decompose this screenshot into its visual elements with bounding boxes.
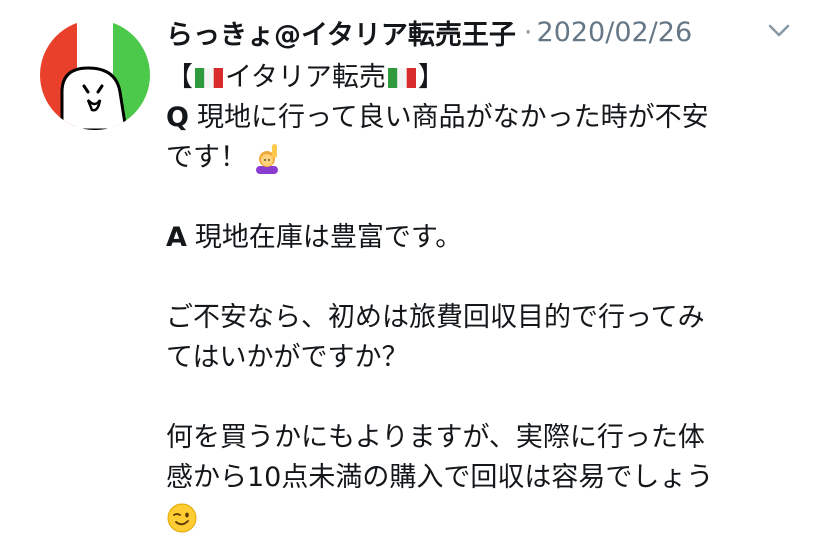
answer-line: A 現地在庫は豊富です。 xyxy=(166,218,806,258)
italy-flag-icon xyxy=(195,68,223,88)
paragraph-2-text-2: てはいかがですか？ xyxy=(166,342,409,373)
paragraph-2-line-1: ご不安なら、初めは旅費回収目的で行ってみ xyxy=(166,298,806,338)
display-name[interactable]: らっきょ@イタリア転売王子 xyxy=(166,13,516,52)
q-label: Q xyxy=(166,102,189,133)
separator-dot: · xyxy=(523,16,533,48)
paragraph-3-text-1: 何を買うかにもよりますが、実際に行った体 xyxy=(166,422,705,453)
tweet-body: 【 イタリア転売 】 Q 現地に行って良い商品がなかった時が不安 です！ A 現… xyxy=(166,58,806,538)
question-line-2: です！ xyxy=(166,138,806,178)
question-text-1: 現地に行って良い商品がなかった時が不安 xyxy=(196,102,709,133)
answer-text: 現地在庫は豊富です。 xyxy=(194,222,463,253)
a-label: A xyxy=(166,222,187,253)
person-raising-hand-emoji xyxy=(256,144,278,174)
question-text-2: です！ xyxy=(166,142,247,173)
winking-face-emoji xyxy=(167,503,197,533)
question-line-1: Q 現地に行って良い商品がなかった時が不安 xyxy=(166,98,806,138)
paragraph-2-line-2: てはいかがですか？ xyxy=(166,338,806,378)
paragraph-3-line-2: 感から10点未満の購入で回収は容易でしょう xyxy=(166,458,806,498)
title-bracket-open: 【 xyxy=(166,62,193,93)
paragraph-3-line-1: 何を買うかにもよりますが、実際に行った体 xyxy=(166,418,806,458)
paragraph-2-text-1: ご不安なら、初めは旅費回収目的で行ってみ xyxy=(166,302,705,333)
tweet-header: らっきょ@イタリア転売王子 · 2020/02/26 xyxy=(166,10,806,54)
tweet-title-line: 【 イタリア転売 】 xyxy=(166,58,806,98)
avatar[interactable] xyxy=(40,20,150,130)
paragraph-3-line-3 xyxy=(166,498,806,538)
timestamp[interactable]: 2020/02/26 xyxy=(537,17,693,48)
avatar-image xyxy=(40,20,150,130)
title-bracket-close: 】 xyxy=(417,62,445,93)
chevron-down-icon[interactable] xyxy=(768,24,790,38)
tweet-title: イタリア転売 xyxy=(225,62,386,93)
paragraph-3-text-2: 感から10点未満の購入で回収は容易でしょう xyxy=(166,462,714,493)
italy-flag-icon xyxy=(387,68,416,88)
